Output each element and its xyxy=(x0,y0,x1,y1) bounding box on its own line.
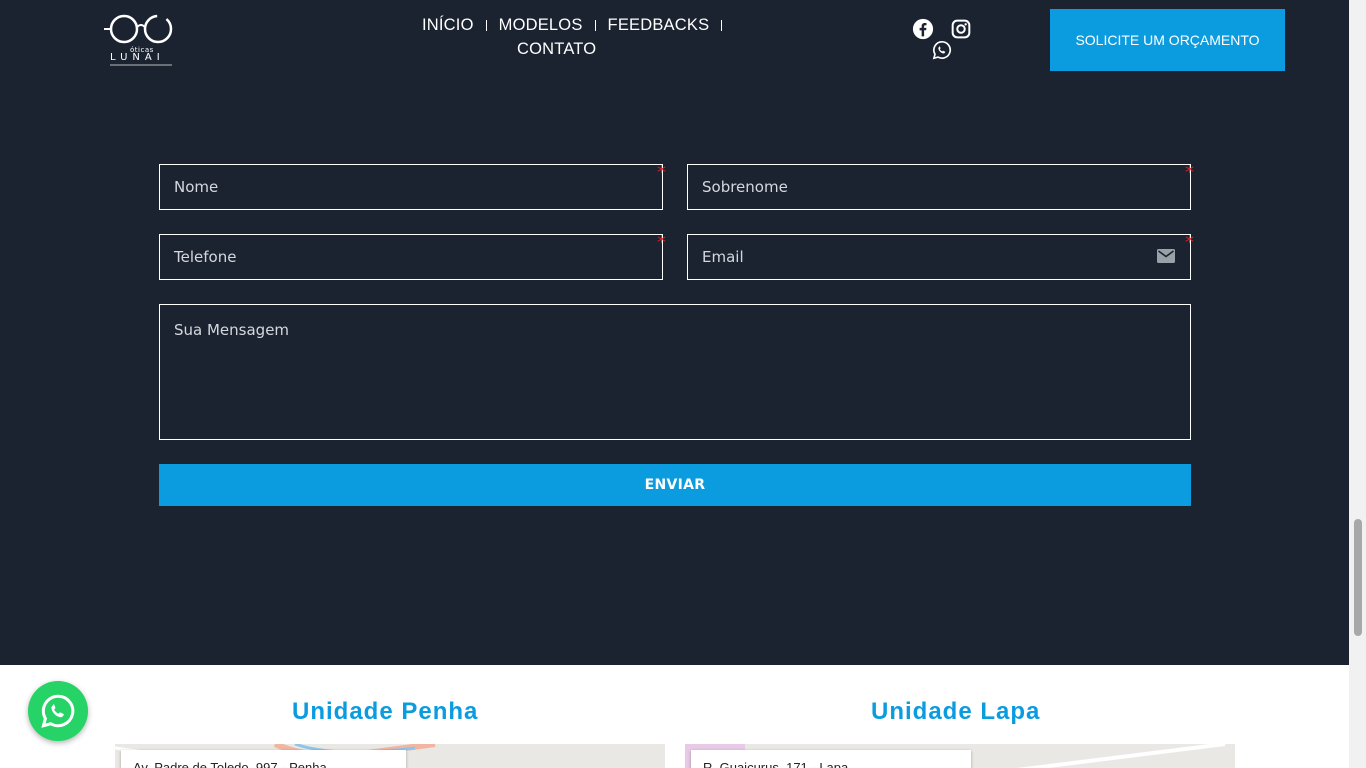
logo[interactable]: óticas LUNAI xyxy=(104,12,176,66)
whatsapp-floating-button[interactable] xyxy=(28,681,88,741)
telefone-field[interactable]: Telefone xyxy=(159,234,663,280)
glasses-logo-icon xyxy=(104,14,173,44)
logo-brand-text: LUNAI xyxy=(110,52,165,63)
required-marker: * xyxy=(1185,162,1194,183)
nav-item-inicio[interactable]: INÍCIO xyxy=(422,16,474,35)
required-marker: * xyxy=(1185,232,1194,253)
nav-separator xyxy=(721,20,723,31)
email-field[interactable]: Email xyxy=(687,234,1191,280)
social-links xyxy=(908,16,978,64)
unit-title-lapa: Unidade Lapa xyxy=(871,698,1041,725)
map-penha-address: Av. Padre de Toledo, 997 - Penha xyxy=(121,750,406,768)
sobrenome-field[interactable]: Sobrenome xyxy=(687,164,1191,210)
whatsapp-icon[interactable] xyxy=(930,38,954,62)
nav-separator xyxy=(485,20,487,31)
site-header: óticas LUNAI INÍCIO MODELOS FEEDBACKS CO… xyxy=(0,0,1349,90)
submit-button[interactable]: ENVIAR xyxy=(159,464,1191,506)
nav-item-feedbacks[interactable]: FEEDBACKS xyxy=(608,16,710,35)
unit-title-penha: Unidade Penha xyxy=(292,698,479,725)
scrollbar-thumb[interactable] xyxy=(1354,519,1362,636)
nav-item-modelos[interactable]: MODELOS xyxy=(499,16,583,35)
required-marker: * xyxy=(657,232,666,253)
envelope-icon xyxy=(1157,249,1175,263)
map-penha[interactable]: Av. Padre de Toledo, 997 - Penha xyxy=(115,744,665,768)
page-scrollbar[interactable] xyxy=(1349,0,1366,768)
nome-field[interactable]: Nome xyxy=(159,164,663,210)
required-marker: * xyxy=(657,162,666,183)
map-lapa[interactable]: R. Guaicurus, 171 - Lapa xyxy=(685,744,1235,768)
request-quote-button[interactable]: SOLICITE UM ORÇAMENTO xyxy=(1050,9,1285,71)
logo-tagline xyxy=(110,64,172,66)
nav-item-contato[interactable]: CONTATO xyxy=(517,40,596,58)
map-lapa-address: R. Guaicurus, 171 - Lapa xyxy=(691,750,971,768)
nav-separator xyxy=(594,20,596,31)
mensagem-field[interactable]: Sua Mensagem xyxy=(159,304,1191,440)
whatsapp-icon xyxy=(41,694,75,728)
